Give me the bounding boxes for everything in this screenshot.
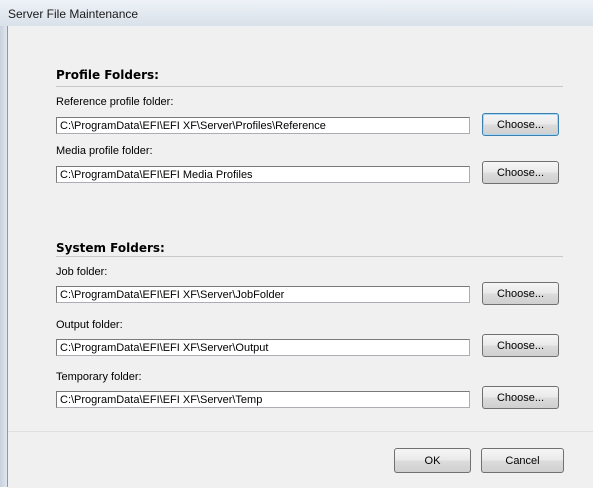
media-profile-folder-input[interactable]: C:\ProgramData\EFI\EFI Media Profiles (56, 166, 470, 183)
output-folder-input[interactable]: C:\ProgramData\EFI\EFI XF\Server\Output (56, 339, 470, 356)
window-title: Server File Maintenance (8, 7, 139, 21)
dialog-window: Server File Maintenance Profile Folders:… (0, 0, 593, 488)
choose-output-folder-button[interactable]: Choose... (482, 334, 559, 357)
profile-folders-divider (56, 86, 563, 87)
temporary-folder-input[interactable]: C:\ProgramData\EFI\EFI XF\Server\Temp (56, 391, 470, 408)
choose-job-folder-button[interactable]: Choose... (482, 282, 559, 305)
reference-profile-folder-input[interactable]: C:\ProgramData\EFI\EFI XF\Server\Profile… (56, 117, 470, 134)
output-folder-label: Output folder: (56, 319, 123, 331)
system-folders-heading: System Folders: (56, 241, 165, 255)
temporary-folder-label: Temporary folder: (56, 371, 142, 383)
job-folder-label: Job folder: (56, 266, 108, 278)
title-bar[interactable]: Server File Maintenance (0, 0, 593, 26)
choose-temporary-folder-button[interactable]: Choose... (482, 386, 559, 409)
media-profile-folder-label: Media profile folder: (56, 145, 153, 157)
system-folders-divider (56, 256, 563, 257)
job-folder-input[interactable]: C:\ProgramData\EFI\EFI XF\Server\JobFold… (56, 286, 470, 303)
ok-button[interactable]: OK (394, 448, 471, 473)
profile-folders-heading: Profile Folders: (56, 68, 159, 82)
cancel-button[interactable]: Cancel (481, 448, 564, 473)
window-frame-left (0, 26, 7, 487)
choose-media-profile-folder-button[interactable]: Choose... (482, 161, 559, 184)
choose-reference-profile-folder-button[interactable]: Choose... (482, 113, 559, 136)
reference-profile-folder-label: Reference profile folder: (56, 96, 174, 108)
